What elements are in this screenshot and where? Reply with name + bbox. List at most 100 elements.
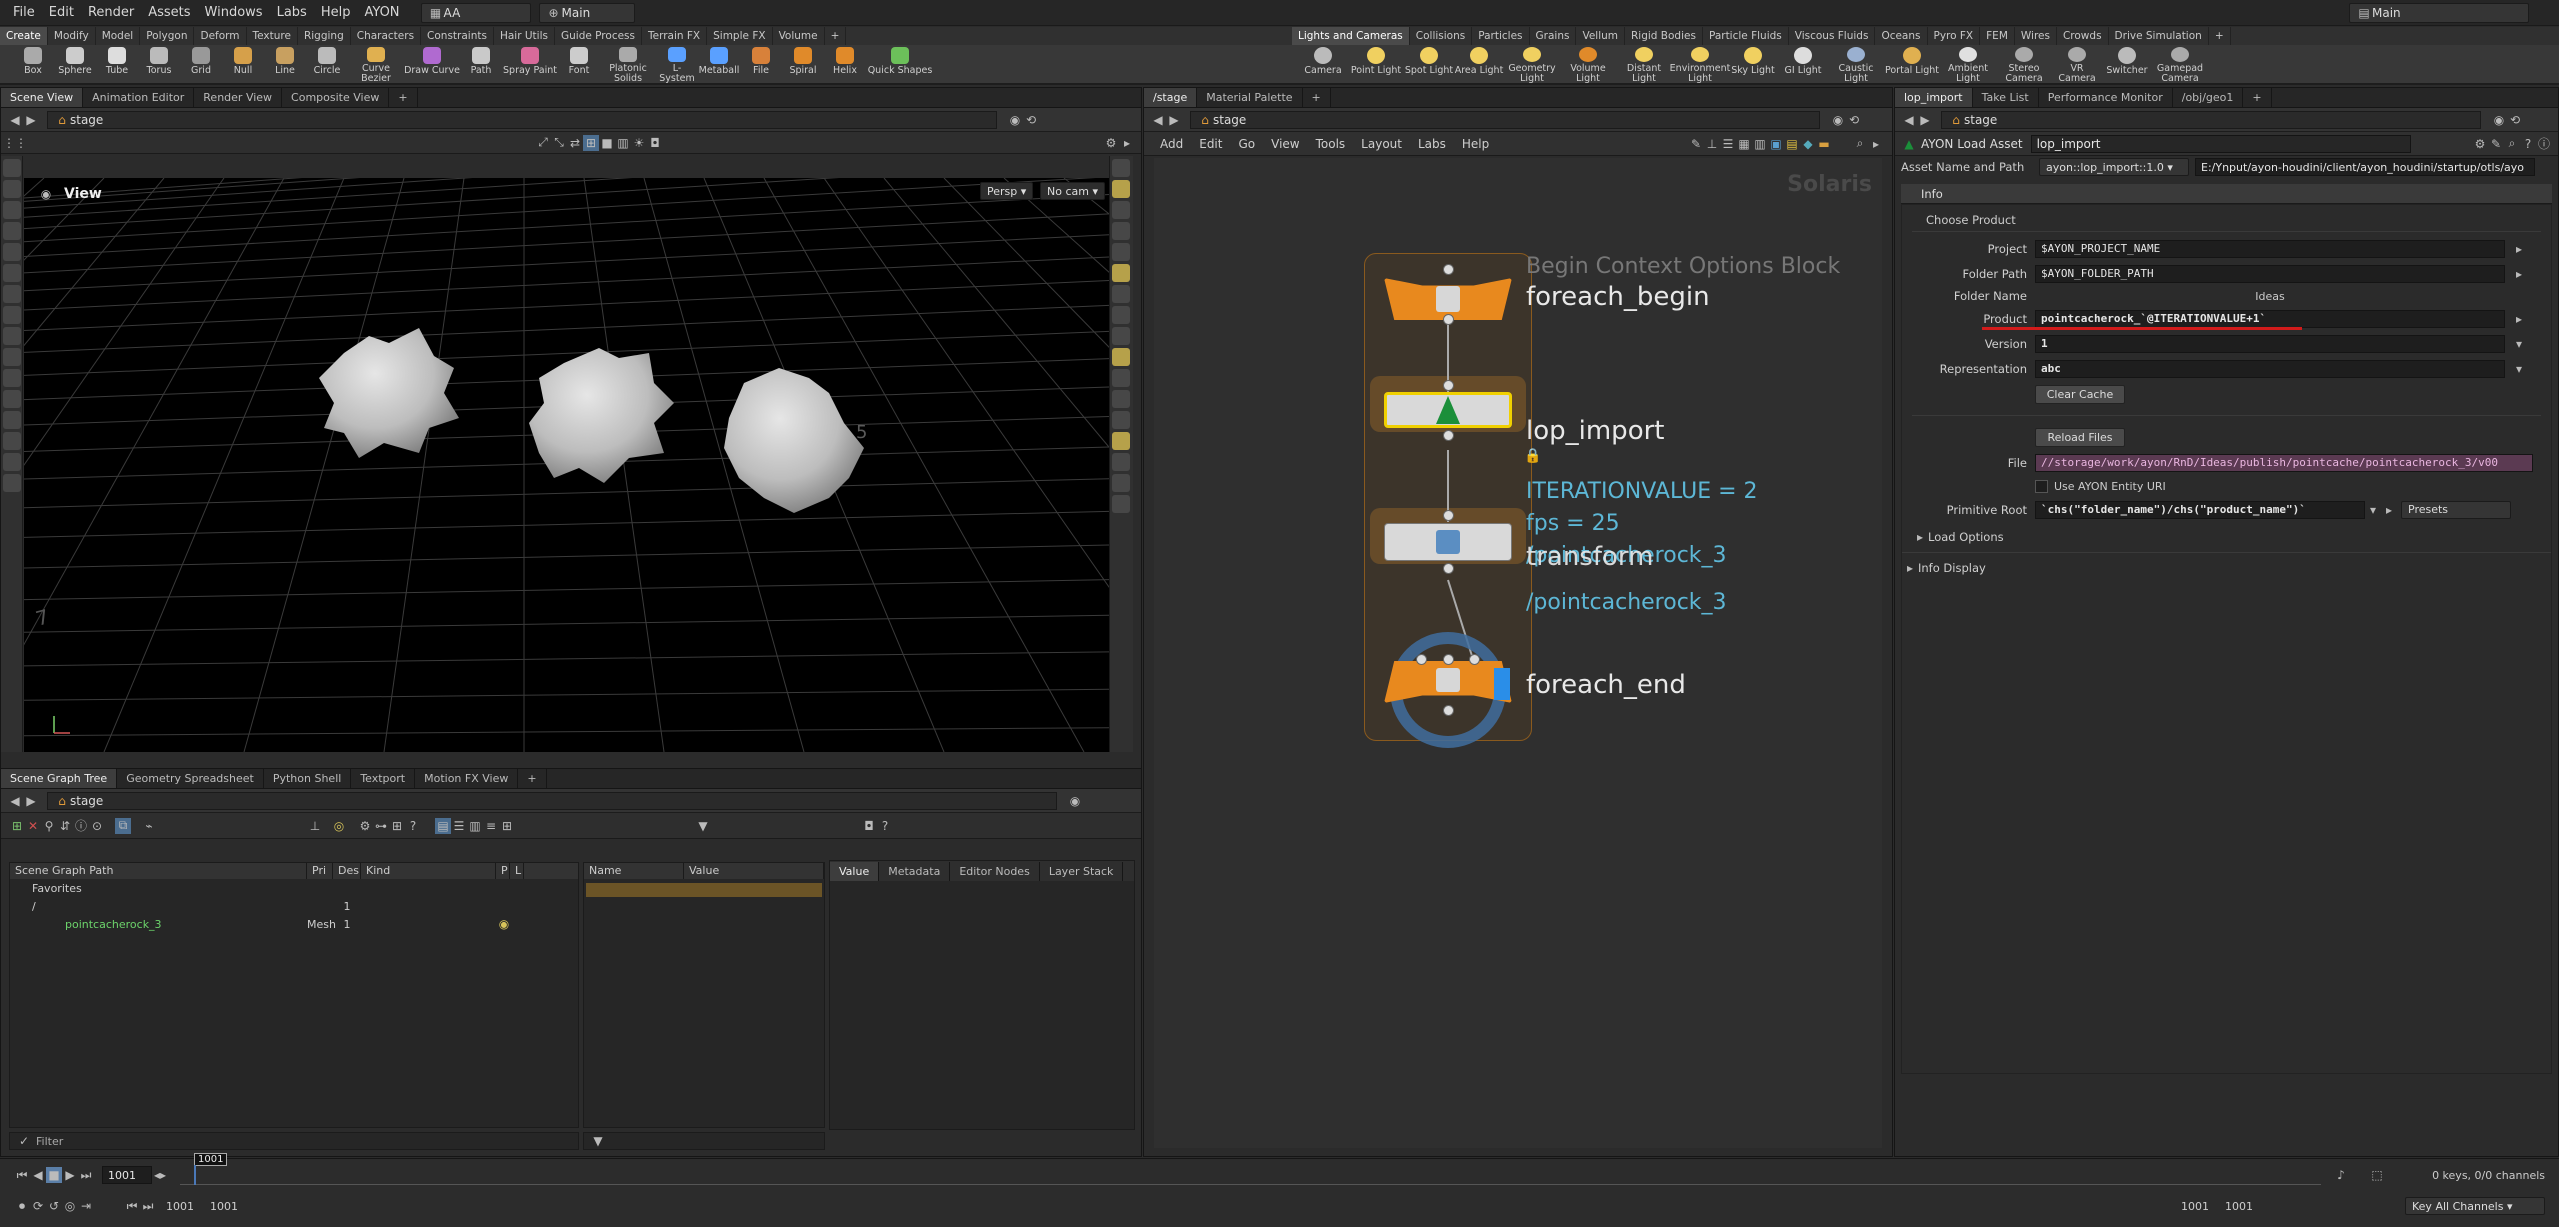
col-l[interactable]: L — [510, 863, 524, 879]
version-field[interactable]: 1 — [2035, 334, 2505, 353]
handle-tool-icon[interactable] — [3, 411, 21, 429]
network-menu-view[interactable]: View — [1263, 137, 1307, 151]
clear-cache-button[interactable]: Clear Cache — [2035, 384, 2125, 404]
link-icon[interactable]: ⟲ — [1846, 112, 1862, 128]
tool-torus[interactable]: Torus — [138, 44, 180, 84]
shelf-tab-lights-and-cameras[interactable]: Lights and Cameras — [1292, 27, 1410, 45]
shelf-tab-pyro-fx[interactable]: Pyro FX — [1928, 27, 1981, 45]
add-tab-icon[interactable]: + — [2243, 88, 2272, 107]
shading-icon[interactable]: ■ — [599, 135, 615, 151]
funnel-icon[interactable]: ▼ — [695, 818, 711, 834]
tab-motion-fx-view[interactable]: Motion FX View — [415, 769, 519, 788]
project-field[interactable]: $AYON_PROJECT_NAME — [2035, 239, 2505, 258]
value-tab-editor-nodes[interactable]: Editor Nodes — [950, 861, 1040, 881]
mode-icon[interactable]: ⧉ — [115, 817, 131, 834]
loop-icon[interactable]: ↺ — [46, 1198, 62, 1214]
grab-tool-icon[interactable] — [3, 327, 21, 345]
view2-display-icon[interactable] — [1112, 243, 1130, 261]
view1-display-icon[interactable] — [1112, 222, 1130, 240]
home-display-icon[interactable] — [1112, 159, 1130, 177]
layout-display-icon[interactable] — [1112, 495, 1130, 513]
shelf-tab-crowds[interactable]: Crowds — [2057, 27, 2109, 45]
help-icon[interactable]: ? — [2520, 136, 2536, 152]
range-start[interactable]: 1001 — [166, 1200, 210, 1213]
tab-material-palette[interactable]: Material Palette — [1197, 88, 1303, 107]
first-frame-icon[interactable]: ⏮ — [14, 1167, 30, 1183]
folder-path-select-icon[interactable]: ▸ — [2511, 266, 2527, 282]
tree-icon[interactable]: ⚲ — [41, 818, 57, 834]
shelf-tab-vellum[interactable]: Vellum — [1576, 27, 1625, 45]
tool-box[interactable]: Box — [12, 44, 54, 84]
network-menu-add[interactable]: Add — [1152, 137, 1191, 151]
info-display-icon[interactable] — [1112, 432, 1130, 450]
wire-icon[interactable]: ▥ — [615, 135, 631, 151]
asset-path-field[interactable]: E:/Ynput/ayon-houdini/client/ayon_houdin… — [2195, 158, 2535, 176]
shelf-tab-wires[interactable]: Wires — [2015, 27, 2057, 45]
tool-null[interactable]: Null — [222, 44, 264, 84]
audio-icon[interactable]: ♪ — [2333, 1167, 2349, 1183]
grid-icon[interactable]: ▦ — [1736, 136, 1752, 152]
gear-icon[interactable]: ⚙ — [2472, 136, 2488, 152]
file-field[interactable]: //storage/work/ayon/RnD/Ideas/publish/po… — [2035, 453, 2533, 472]
realtime-icon[interactable]: ⏺ — [14, 1198, 30, 1214]
tool-metaball[interactable]: Metaball — [698, 44, 740, 84]
poly-tool-icon[interactable] — [3, 453, 21, 471]
timeline-ruler[interactable]: 1001 — [180, 1153, 2321, 1185]
tool-vr-camera[interactable]: VR Camera — [2052, 44, 2102, 84]
rows-view-icon[interactable]: ≡ — [483, 818, 499, 834]
color-icon[interactable]: ◆ — [1800, 136, 1816, 152]
render-tool-icon[interactable] — [3, 264, 21, 282]
attribute-filter-bar[interactable]: ▼ — [583, 1132, 825, 1150]
expand-icon[interactable]: ⇵ — [57, 818, 73, 834]
back-arrow-icon[interactable]: ◀ — [1901, 112, 1917, 128]
list-icon[interactable]: ☰ — [1720, 136, 1736, 152]
prim-icon[interactable]: ⌁ — [141, 818, 157, 834]
add-shelf-tab-icon[interactable]: + — [2209, 27, 2231, 45]
tool-environment-light[interactable]: Environment Light — [1670, 44, 1730, 84]
parameter-path-field[interactable]: ⌂ stage — [1941, 110, 2481, 129]
play-icon[interactable]: ▶ — [62, 1167, 78, 1183]
tool-spiral[interactable]: Spiral — [782, 44, 824, 84]
delete-icon[interactable]: ✕ — [25, 818, 41, 834]
info-icon[interactable]: ⓘ — [2536, 136, 2552, 152]
add-tab-icon[interactable]: + — [518, 769, 547, 788]
shelf-tab-rigid-bodies[interactable]: Rigid Bodies — [1625, 27, 1703, 45]
stop-icon[interactable]: ■ — [46, 1167, 62, 1183]
step-icon[interactable]: ◂▸ — [152, 1167, 168, 1183]
reload-files-button[interactable]: Reload Files — [2035, 427, 2125, 447]
jump-end-icon[interactable]: ⏭ — [140, 1198, 156, 1214]
network-path-field[interactable]: ⌂ stage — [1190, 110, 1820, 129]
tweak-tool-icon[interactable] — [3, 474, 21, 492]
tool-circle[interactable]: Circle — [306, 44, 348, 84]
tool-ambient-light[interactable]: Ambient Light — [1940, 44, 1996, 84]
col-value[interactable]: Value — [684, 863, 824, 879]
tab-textport[interactable]: Textport — [351, 769, 416, 788]
product-field[interactable]: pointcacherock_`@ITERATIONVALUE+1` — [2035, 309, 2505, 328]
forward-arrow-icon[interactable]: ▶ — [23, 112, 39, 128]
wrench-icon[interactable]: ✎ — [1688, 136, 1704, 152]
sticky-icon[interactable]: ▤ — [1784, 136, 1800, 152]
menu-ayon[interactable]: AYON — [357, 0, 406, 26]
tree-view-icon[interactable]: ⊥ — [1704, 136, 1720, 152]
3d-viewport[interactable]: 5 7 ◉ View Persp ▾ No cam ▾ — [24, 178, 1109, 752]
shelf-tab-particles[interactable]: Particles — [1472, 27, 1530, 45]
view-tool-icon[interactable] — [3, 390, 21, 408]
add-tab-icon[interactable]: + — [1303, 88, 1331, 107]
camera-icon[interactable]: ◘ — [647, 135, 663, 151]
info-tab[interactable]: Info — [1901, 184, 2552, 204]
light-display-icon[interactable] — [1112, 327, 1130, 345]
pin-icon[interactable]: ◉ — [1067, 793, 1083, 809]
list-view-icon[interactable]: ☰ — [451, 818, 467, 834]
light-tool-icon[interactable] — [3, 243, 21, 261]
tab-composite-view[interactable]: Composite View — [282, 88, 390, 107]
viewport-menu-icon[interactable]: ▸ — [1119, 135, 1135, 151]
pin-icon[interactable]: ◉ — [1830, 112, 1846, 128]
network-menu-labs[interactable]: Labs — [1410, 137, 1454, 151]
lighting-icon[interactable]: ☀ — [631, 135, 647, 151]
shelf-tab-collisions[interactable]: Collisions — [1410, 27, 1473, 45]
pin-icon[interactable]: ◉ — [1007, 112, 1023, 128]
link-icon[interactable]: ⟲ — [2507, 112, 2523, 128]
sync-icon[interactable]: ⟳ — [30, 1198, 46, 1214]
col-des[interactable]: Des — [333, 863, 361, 879]
scene-path-field[interactable]: ⌂ stage — [47, 110, 997, 129]
